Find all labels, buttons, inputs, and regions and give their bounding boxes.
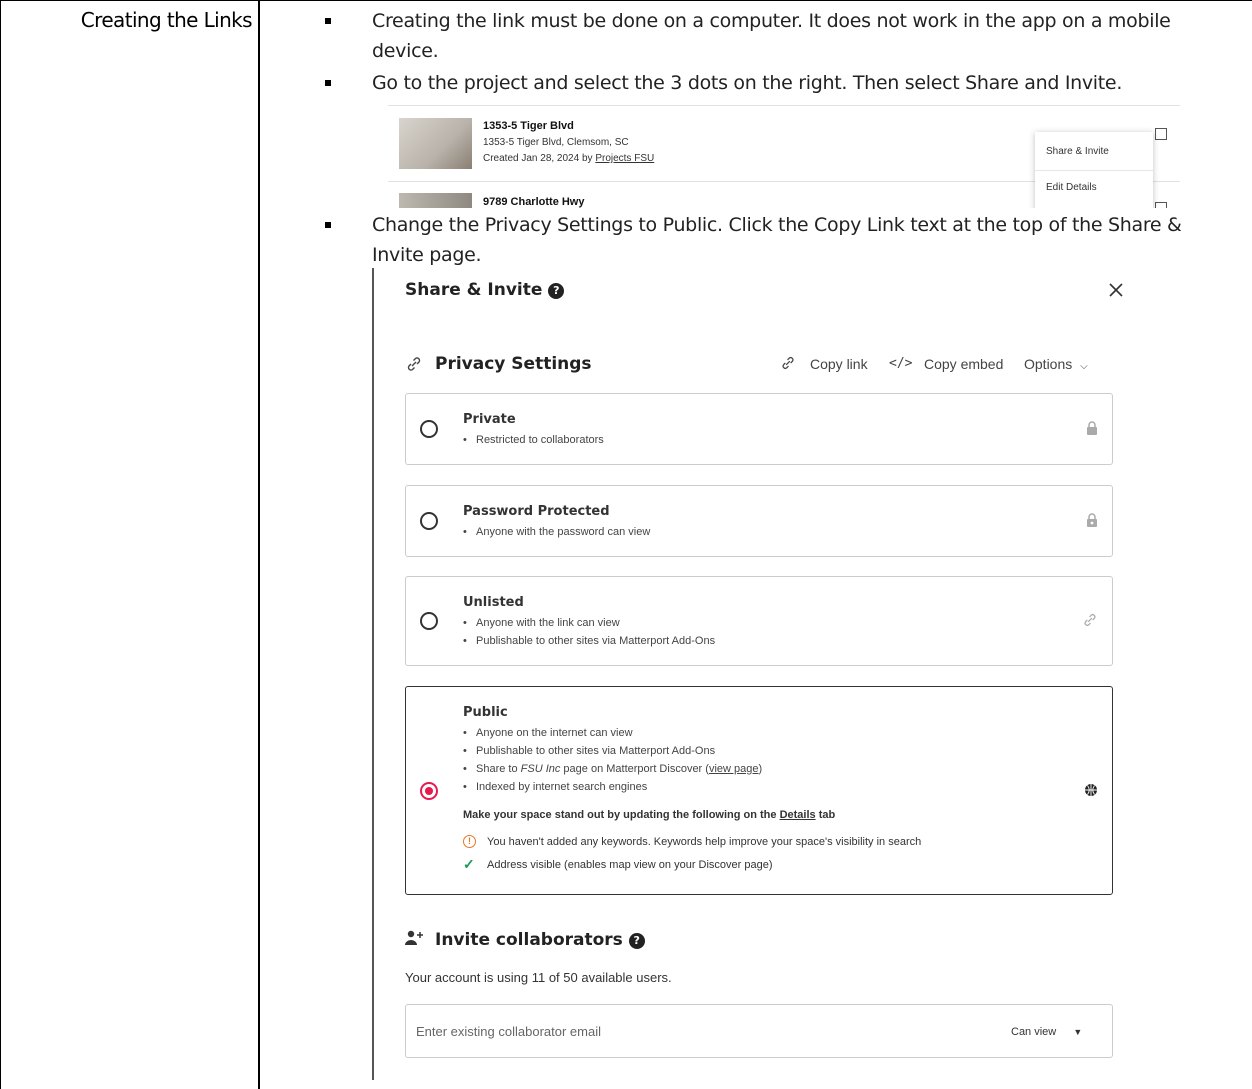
table-column-divider — [258, 0, 260, 1089]
option-password-name: Password Protected — [463, 504, 610, 519]
address-visible-status: Address visible (enables map view on you… — [487, 859, 773, 871]
privacy-settings-title: Privacy Settings — [435, 354, 592, 374]
radio-private[interactable] — [420, 420, 438, 438]
menu-edit-details[interactable]: Edit Details — [1046, 182, 1097, 193]
project-title[interactable]: 1353-5 Tiger Blvd — [483, 120, 574, 132]
code-icon[interactable]: </> — [889, 356, 912, 371]
copy-link-icon[interactable] — [780, 355, 796, 371]
radio-password[interactable] — [420, 512, 438, 530]
project-list-screenshot: 1353-5 Tiger Blvd 1353-5 Tiger Blvd, Cle… — [388, 104, 1180, 208]
bullet-computer-only-cont: device. — [372, 40, 439, 62]
option-public[interactable]: Public Anyone on the internet can view P… — [405, 686, 1113, 895]
project-address: 1353-5 Tiger Blvd, Clemsom, SC — [483, 137, 629, 148]
table-top-border — [0, 0, 1252, 1]
collaborator-email-input[interactable]: Enter existing collaborator email — [416, 1024, 601, 1039]
option-unlisted-name: Unlisted — [463, 595, 524, 610]
check-icon: ✓ — [463, 856, 475, 872]
project-thumbnail-2 — [399, 193, 472, 208]
password-lock-icon — [1087, 513, 1097, 527]
option-public-name: Public — [463, 705, 508, 720]
unlisted-link-icon — [1084, 614, 1096, 626]
option-unlisted-bullet-1: Anyone with the link can view — [463, 617, 620, 629]
globe-icon — [1085, 784, 1097, 796]
bullet-marker — [325, 18, 331, 24]
keywords-warning: You haven't added any keywords. Keywords… — [487, 836, 922, 848]
project-created: Created Jan 28, 2024 by Projects FSU — [483, 153, 655, 164]
menu-divider — [1035, 170, 1153, 171]
radio-public[interactable] — [420, 782, 438, 800]
project-title-2[interactable]: 9789 Charlotte Hwy — [483, 196, 584, 208]
option-public-bullet-3: Share to FSU Inc page on Matterport Disc… — [463, 763, 762, 775]
warning-icon: ! — [463, 835, 476, 848]
bullet-marker — [325, 80, 331, 86]
invite-collaborators-title: Invite collaborators ? — [435, 930, 645, 950]
bullet-privacy-public: Change the Privacy Settings to Public. C… — [372, 214, 1182, 236]
project-thumbnail — [399, 118, 472, 169]
option-private-name: Private — [463, 412, 516, 427]
section-label: Creating the Links — [80, 8, 253, 32]
bullet-select-dots: Go to the project and select the 3 dots … — [372, 72, 1123, 94]
option-public-bullet-1: Anyone on the internet can view — [463, 727, 633, 739]
close-icon[interactable] — [1108, 282, 1124, 298]
copy-embed-button[interactable]: Copy embed — [924, 356, 1003, 372]
option-public-bullet-2: Publishable to other sites via Matterpor… — [463, 745, 715, 757]
bullet-computer-only: Creating the link must be done on a comp… — [372, 10, 1171, 32]
radio-unlisted[interactable] — [420, 612, 438, 630]
help-icon[interactable]: ? — [548, 283, 565, 299]
caret-down-icon: ▼ — [1073, 1027, 1083, 1037]
bullet-privacy-public-cont: Invite page. — [372, 244, 482, 266]
permission-select[interactable]: Can view ▼ — [1011, 1026, 1082, 1038]
option-unlisted-bullet-2: Publishable to other sites via Matterpor… — [463, 635, 715, 647]
link-icon — [407, 357, 421, 371]
row-divider — [388, 105, 1180, 106]
standout-note: Make your space stand out by updating th… — [463, 809, 836, 821]
details-tab-link[interactable]: Details — [780, 809, 816, 821]
option-password[interactable]: Password Protected Anyone with the passw… — [405, 485, 1113, 557]
view-page-link[interactable]: view page — [709, 763, 759, 775]
account-usage: Your account is using 11 of 50 available… — [405, 970, 672, 985]
share-invite-dialog: Share & Invite ? Privacy Settings Copy l… — [372, 268, 1154, 1080]
option-unlisted[interactable]: Unlisted Anyone with the link can view P… — [405, 576, 1113, 666]
options-dropdown[interactable]: Options ⌵ — [1024, 356, 1088, 372]
bullet-marker — [325, 222, 331, 228]
option-private[interactable]: Private Restricted to collaborators — [405, 393, 1113, 465]
option-private-bullet: Restricted to collaborators — [463, 434, 604, 446]
project-checkbox-2[interactable] — [1155, 202, 1167, 208]
project-context-menu: Share & Invite Edit Details — [1035, 132, 1153, 208]
document-page: Creating the Links Creating the link mus… — [0, 0, 1252, 1089]
project-creator-link[interactable]: Projects FSU — [595, 153, 654, 164]
collaborator-email-field[interactable]: Enter existing collaborator email Can vi… — [405, 1004, 1113, 1058]
menu-share-invite[interactable]: Share & Invite — [1046, 146, 1109, 157]
option-password-bullet: Anyone with the password can view — [463, 526, 650, 538]
lock-icon — [1087, 421, 1097, 435]
add-user-icon — [405, 930, 423, 945]
copy-link-button[interactable]: Copy link — [810, 356, 868, 372]
invite-help-icon[interactable]: ? — [628, 933, 645, 949]
chevron-down-icon: ⌵ — [1080, 361, 1088, 372]
option-public-bullet-4: Indexed by internet search engines — [463, 781, 647, 793]
project-checkbox[interactable] — [1155, 128, 1167, 140]
dialog-title: Share & Invite ? — [405, 280, 565, 300]
table-left-border — [0, 0, 1, 1089]
